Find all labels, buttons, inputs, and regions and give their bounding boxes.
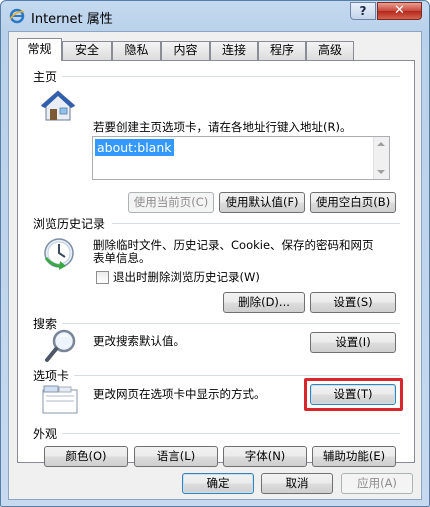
homepage-address-box[interactable]: about:blank (92, 136, 390, 180)
window-title: Internet 属性 (31, 12, 113, 27)
history-divider (112, 223, 400, 224)
apply-button[interactable]: 应用(A) (341, 473, 413, 494)
general-tab-panel: 主页 若要创建主页选项卡，请在各地址行键入地址(R)。 about:blank … (17, 60, 415, 467)
delete-on-exit-label[interactable]: 退出时删除浏览历史记录(W) (113, 270, 260, 284)
tab-privacy[interactable]: 隐私 (112, 41, 161, 60)
ok-button[interactable]: 确定 (182, 473, 254, 494)
delete-on-exit-checkbox[interactable] (96, 271, 109, 284)
internet-explorer-icon (9, 8, 25, 24)
history-description-line1: 删除临时文件、历史记录、Cookie、保存的密码和网页 (93, 238, 374, 252)
tab-content[interactable]: 内容 (161, 41, 210, 60)
history-section-label: 浏览历史记录 (33, 217, 106, 231)
close-button[interactable]: ✕ (377, 2, 422, 20)
magnifier-icon (45, 329, 76, 362)
use-current-button[interactable]: 使用当前页(C) (128, 192, 214, 213)
tab-general[interactable]: 常规 (17, 38, 62, 61)
fonts-button[interactable]: 字体(N) (223, 446, 307, 467)
title-bar[interactable]: Internet 属性 ? ✕ (1, 1, 429, 31)
colors-button[interactable]: 颜色(O) (44, 446, 128, 467)
history-description-line2: 表单信息。 (93, 251, 151, 265)
internet-options-dialog: Internet 属性 ? ✕ 常规 安全 隐私 内容 连接 程序 高级 主页 … (0, 0, 430, 507)
tabs-divider (74, 375, 400, 376)
homepage-section-label: 主页 (33, 70, 58, 84)
cancel-button[interactable]: 取消 (261, 473, 333, 494)
tabs-section-label: 选项卡 (33, 369, 70, 383)
history-settings-button[interactable]: 设置(S) (310, 292, 396, 313)
homepage-scrollbar[interactable] (373, 137, 389, 179)
use-default-button[interactable]: 使用默认值(F) (219, 192, 305, 213)
help-button[interactable]: ? (350, 2, 376, 20)
tabs-settings-highlight-box (304, 378, 403, 411)
tabbed-browsing-icon (42, 385, 78, 414)
tabs-description: 更改网页在选项卡中显示的方式。 (93, 387, 266, 401)
accessibility-button[interactable]: 辅助功能(E) (312, 446, 396, 467)
homepage-address-value: about:blank (95, 139, 174, 156)
search-divider (62, 323, 400, 324)
delete-history-button[interactable]: 删除(D)... (223, 292, 305, 313)
scroll-up-arrow-icon[interactable] (377, 142, 385, 146)
tab-programs[interactable]: 程序 (258, 41, 306, 60)
tab-advanced[interactable]: 高级 (306, 41, 354, 60)
scroll-down-arrow-icon[interactable] (377, 170, 385, 174)
use-blank-button[interactable]: 使用空白页(B) (310, 192, 396, 213)
history-clock-icon (44, 238, 74, 270)
dialog-client-area: 常规 安全 隐私 内容 连接 程序 高级 主页 若要创建主页选项卡，请在各地址行… (8, 31, 422, 500)
homepage-description: 若要创建主页选项卡，请在各地址行键入地址(R)。 (93, 120, 352, 134)
tab-security[interactable]: 安全 (62, 41, 112, 60)
languages-button[interactable]: 语言(L) (134, 446, 218, 467)
search-description: 更改搜索默认值。 (93, 334, 185, 348)
tab-connections[interactable]: 连接 (210, 41, 258, 60)
appearance-section-label: 外观 (33, 427, 58, 441)
homepage-divider (62, 76, 400, 77)
home-icon (40, 90, 76, 121)
search-settings-button[interactable]: 设置(I) (310, 332, 396, 353)
appearance-divider (62, 433, 400, 434)
